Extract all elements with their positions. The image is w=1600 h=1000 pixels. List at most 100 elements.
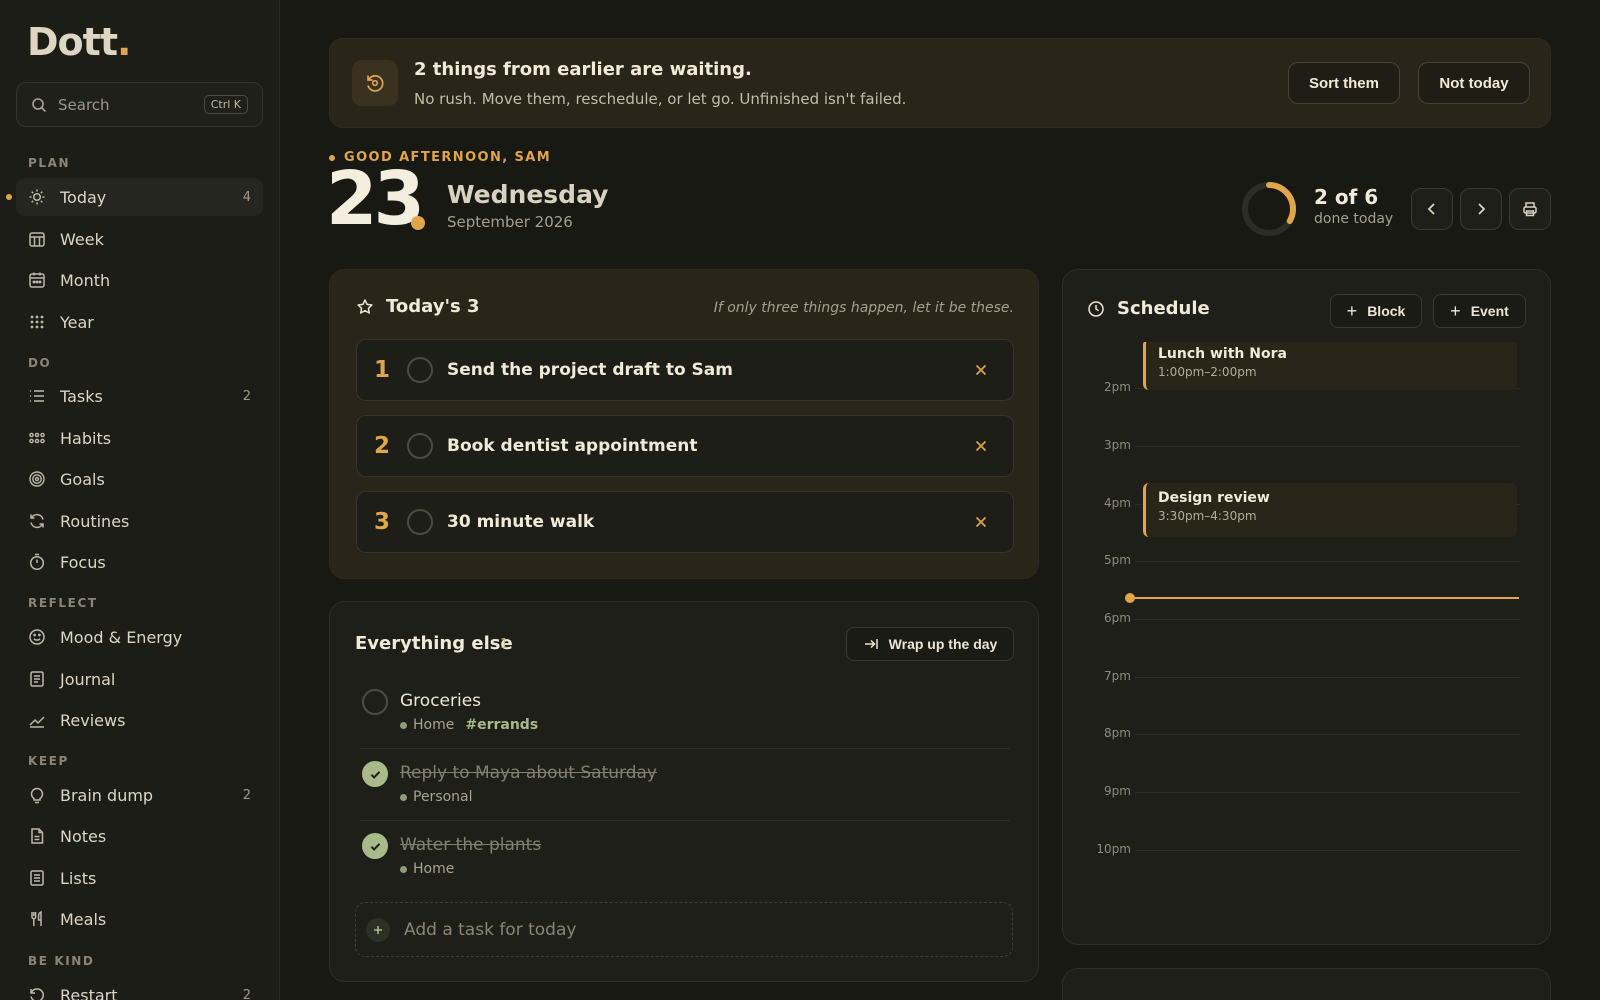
priority-number: 2 [373,433,390,459]
priority-item[interactable]: 3 30 minute walk [356,491,1014,553]
smile-icon [29,629,45,645]
brain-dump-count: 2 [242,787,251,803]
sidebar-item-brain-dump[interactable]: Brain dump 2 [16,776,263,814]
sidebar-item-year[interactable]: Year [16,303,263,341]
fork-knife-icon [31,910,42,926]
list-doc-icon [30,870,44,886]
priority-checkbox[interactable] [407,433,433,459]
schedule-event[interactable]: Lunch with Nora 1:00pm–2:00pm [1143,342,1517,390]
sidebar-item-routines[interactable]: Routines [16,502,263,540]
priority-number: 1 [373,357,390,383]
task-title: Water the plants [400,835,542,855]
task-meta: Personal [400,789,473,805]
close-icon[interactable] [971,512,991,532]
print-button[interactable] [1509,188,1551,230]
priority-item[interactable]: 2 Book dentist appointment [356,415,1014,477]
section-do: DO [28,356,52,370]
priority-title: Send the project draft to Sam [447,360,733,380]
sidebar-item-meals[interactable]: Meals [16,900,263,938]
timer-icon [29,553,45,571]
close-icon[interactable] [971,436,991,456]
sidebar-item-tasks[interactable]: Tasks 2 [16,377,263,415]
bulb-icon [30,787,44,804]
todays-three-hint: If only three things happen, let it be t… [713,300,1014,316]
next-panel [1062,968,1551,1000]
month-year: September 2026 [447,213,573,231]
clock-icon [1088,300,1104,317]
refresh-icon [30,513,44,529]
schedule-event[interactable]: Design review 3:30pm–4:30pm [1143,483,1517,537]
task-tag[interactable]: #errands [465,717,538,733]
list-dot [400,865,407,873]
schedule-timeline[interactable]: 1pm 2pm 3pm 4pm 5pm 6pm 7pm 8pm 9pm 10pm… [1063,342,1550,944]
event-name: Lunch with Nora [1158,346,1287,362]
priority-checkbox[interactable] [407,509,433,535]
trend-icon [29,716,45,728]
priority-item[interactable]: 1 Send the project draft to Sam [356,339,1014,401]
note-icon [31,828,44,844]
sidebar-item-reviews[interactable]: Reviews [16,701,263,739]
task-checkbox[interactable] [362,689,388,715]
sidebar-item-focus[interactable]: Focus [16,543,263,581]
list-icon [30,390,44,402]
priority-number: 3 [373,509,390,535]
calendar-month-icon [29,272,45,288]
event-time: 3:30pm–4:30pm [1158,509,1257,523]
sidebar-item-habits[interactable]: Habits [16,419,263,457]
todays-three-title: Today's 3 [386,296,480,317]
sidebar-item-restart[interactable]: Restart 2 [16,976,263,1000]
add-block-button[interactable]: + Block [1330,294,1422,328]
previous-day-button[interactable] [1411,188,1453,230]
task-title: Groceries [400,691,482,711]
day-number: 23 [326,156,425,242]
section-plan: PLAN [28,156,71,170]
sidebar-item-journal[interactable]: Journal [16,660,263,698]
wrap-up-button[interactable]: Wrap up the day [846,627,1014,661]
sidebar-item-goals[interactable]: Goals [16,460,263,498]
task-checkbox-checked[interactable] [362,761,388,787]
everything-else-title: Everything else [355,633,513,654]
task-checkbox-checked[interactable] [362,833,388,859]
next-day-button[interactable] [1460,188,1502,230]
divider [360,748,1010,749]
section-be-kind: BE KIND [28,954,95,968]
search-input[interactable]: Search Ctrl K [16,82,263,127]
grid-icon [30,315,44,329]
current-time-dot [1125,593,1135,603]
app-logo[interactable]: Dott. [27,20,131,64]
sidebar-item-today[interactable]: Today 4 [16,178,263,216]
sidebar-item-mood-energy[interactable]: Mood & Energy [16,618,263,656]
task-list: Personal [413,789,473,805]
search-placeholder: Search [58,95,110,114]
task-meta: Home #errands [400,717,538,733]
section-reflect: REFLECT [28,596,98,610]
day-dot [411,216,425,230]
schedule-panel: Schedule +Block +Event 1pm 2pm 3pm 4pm 5… [1062,269,1551,945]
priority-checkbox[interactable] [407,357,433,383]
restart-count: 2 [242,987,251,1000]
everything-else-count: 1 [500,637,509,652]
sidebar-item-month[interactable]: Month [16,261,263,299]
day-name: Wednesday [447,180,609,209]
active-indicator [6,194,12,200]
restart-icon [30,988,44,1000]
sort-them-button[interactable]: Sort them [1288,62,1400,104]
sidebar-item-lists[interactable]: Lists [16,859,263,897]
add-task-input[interactable]: Add a task for today [355,902,1013,957]
plus-icon: + [1346,300,1358,321]
history-icon [352,60,398,106]
check-icon [370,770,380,779]
search-icon [32,97,47,112]
current-time-line [1129,597,1519,599]
check-icon [370,842,380,851]
not-today-button[interactable]: Not today [1418,62,1530,104]
task-meta: Home [400,861,454,877]
sidebar-item-notes[interactable]: Notes [16,817,263,855]
sidebar-item-week[interactable]: Week [16,220,263,258]
banner-title: 2 things from earlier are waiting. [414,59,752,80]
tasks-count: 2 [242,388,251,404]
close-icon[interactable] [971,360,991,380]
add-event-button[interactable]: + Event [1433,294,1526,328]
carryover-banner: 2 things from earlier are waiting. No ru… [329,38,1551,128]
printer-icon [1523,202,1537,217]
